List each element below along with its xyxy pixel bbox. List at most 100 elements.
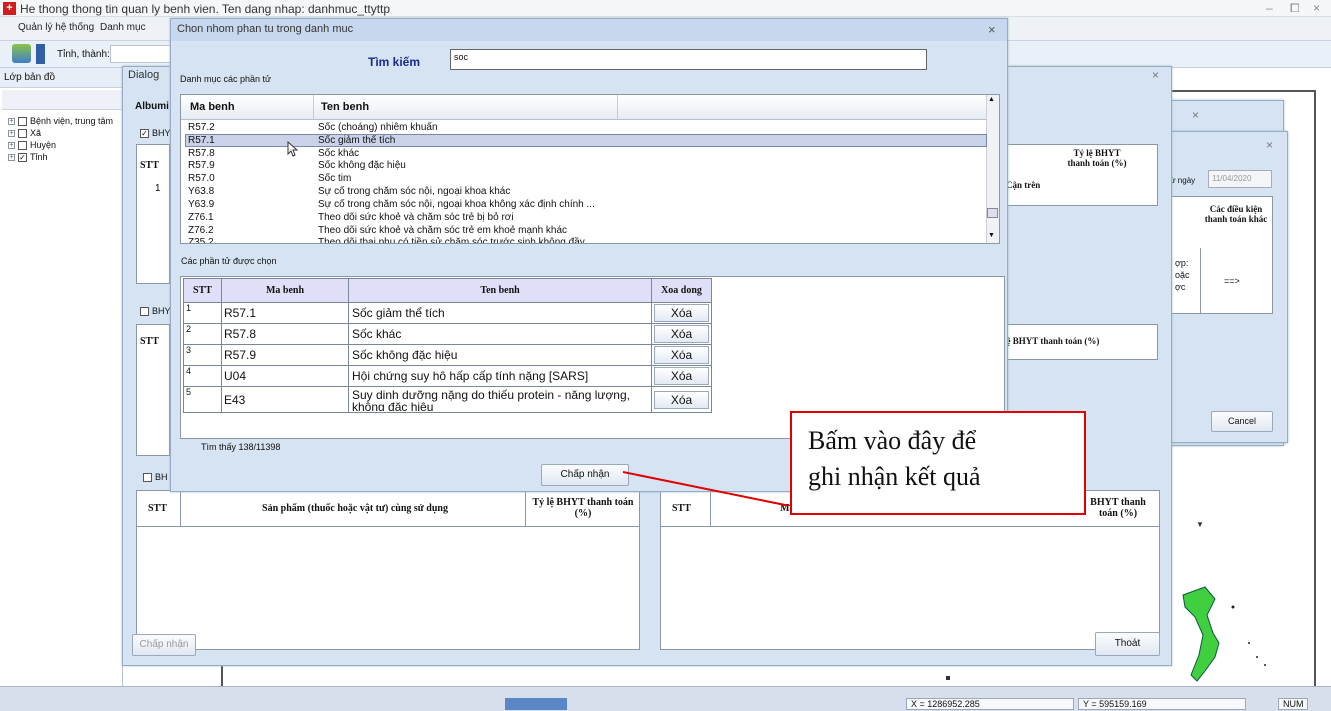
list-row-ten[interactable]: Sốc tim <box>318 173 616 185</box>
expand-icon[interactable]: + <box>8 141 15 149</box>
list-row-ma[interactable]: Y63.9 <box>188 199 214 211</box>
sel-ten[interactable]: Sốc giảm thể tích <box>348 302 652 324</box>
tree-item-xa[interactable]: + Xã <box>8 128 41 138</box>
search-input[interactable]: soc <box>450 49 927 70</box>
accept-button[interactable]: Chấp nhận <box>541 464 629 486</box>
sel-ten[interactable]: Hội chứng suy hô hấp cấp tính nặng [SARS… <box>348 365 652 387</box>
scroll-up-icon[interactable]: ▲ <box>988 96 995 103</box>
from-date-input[interactable]: 11/04/2020 <box>1208 170 1272 188</box>
maximize-button[interactable]: ⧠ <box>1290 1 1300 16</box>
list-scrollbar[interactable] <box>986 95 999 243</box>
callout-line-2: ghi nhận kết quả <box>808 462 981 491</box>
list-header-ma[interactable]: Ma benh <box>190 101 235 113</box>
divider <box>617 95 618 120</box>
list-row-ma[interactable]: Z35.2 <box>188 237 214 243</box>
tree-item-huyen[interactable]: + Huyện <box>8 140 56 150</box>
delete-row-button[interactable]: Xóa <box>654 367 709 385</box>
close-icon[interactable]: × <box>988 22 996 37</box>
list-row-ten[interactable]: Theo dõi sức khoẻ và chăm sóc trẻ em kho… <box>318 225 616 237</box>
expand-icon[interactable]: + <box>8 129 15 137</box>
selected-table: STT Ma benh Ten benh Xoa dong 1 R57.1 Sốc … <box>183 278 712 413</box>
menu-danh-muc[interactable]: Danh mục <box>100 22 146 33</box>
list-row-ten[interactable]: Theo dõi thai phụ có tiền sử chăm sóc tr… <box>318 237 616 243</box>
checkbox[interactable]: ✓ <box>140 128 149 138</box>
checkbox-checked[interactable]: ✓ <box>18 152 27 162</box>
app-icon: + <box>3 2 16 15</box>
bhyt-checkbox-2[interactable]: BHY <box>140 306 171 316</box>
expand-icon[interactable]: + <box>8 153 15 161</box>
checkbox[interactable] <box>18 116 27 126</box>
sel-xoa-cell: Xóa <box>651 323 712 345</box>
arrow-button[interactable]: ==> <box>1224 276 1240 286</box>
vietnam-map-icon <box>1182 586 1266 682</box>
scroll-down-icon[interactable]: ▼ <box>1196 520 1204 529</box>
list-row-ten[interactable]: Sốc (choáng) nhiễm khuẩn <box>318 122 616 134</box>
list-row-ma[interactable]: R57.1 <box>188 135 215 147</box>
sel-ten[interactable]: Suy dinh dưỡng nặng do thiếu protein - n… <box>348 386 652 413</box>
dropdown-icon[interactable] <box>36 44 45 64</box>
close-icon[interactable]: × <box>1152 68 1159 82</box>
layers-icon[interactable] <box>12 44 31 63</box>
province-label: Tỉnh, thành: <box>57 49 110 60</box>
list-header <box>181 95 987 120</box>
table-row[interactable]: 4 U04 Hội chứng suy hô hấp cấp tính nặng [… <box>183 365 712 387</box>
conditions-header: Các điều kiện thanh toán khác <box>1204 204 1268 224</box>
sel-ten[interactable]: Sốc không đặc hiệu <box>348 344 652 366</box>
list-row-ten[interactable]: Theo dõi sức khoẻ và chăm sóc trẻ bị bỏ … <box>318 212 616 224</box>
list-row-ten[interactable]: Sự cố trong chăm sóc nội, ngoại khoa khá… <box>318 186 616 198</box>
callout-pointer <box>622 471 791 506</box>
sel-ma[interactable]: R57.9 <box>221 344 349 366</box>
sel-ma[interactable]: E43 <box>221 386 349 413</box>
table-row[interactable]: 3 R57.9 Sốc không đặc hiệu Xóa <box>183 344 712 366</box>
tree-label: Xã <box>30 128 42 138</box>
close-window-button[interactable]: × <box>1313 1 1320 15</box>
list-row-ten[interactable]: Sốc không đặc hiệu <box>318 160 616 172</box>
list-row-ten[interactable]: Sốc giảm thể tích <box>318 135 616 147</box>
list-row-ma[interactable]: R57.8 <box>188 148 215 160</box>
cancel-button[interactable]: Cancel <box>1211 411 1273 432</box>
delete-row-button[interactable]: Xóa <box>654 390 709 409</box>
table-row[interactable]: 2 R57.8 Sốc khác Xóa <box>183 323 712 345</box>
delete-row-button[interactable]: Xóa <box>654 346 709 364</box>
sel-ma[interactable]: R57.8 <box>221 323 349 345</box>
list-row-ma[interactable]: Y63.8 <box>188 186 214 198</box>
checkbox[interactable] <box>140 306 149 316</box>
menu-quan-ly[interactable]: Quản lý hệ thống <box>18 22 94 33</box>
sel-ma[interactable]: U04 <box>221 365 349 387</box>
checkbox[interactable] <box>18 140 27 150</box>
expand-icon[interactable]: + <box>8 117 15 125</box>
delete-row-button[interactable]: Xóa <box>654 325 709 343</box>
main-dialog-title: Chon nhom phan tu trong danh muc <box>171 19 1007 41</box>
tree-label: Bệnh viện, trung tâm <box>30 116 114 126</box>
back-accept-button[interactable]: Chấp nhận <box>132 634 196 656</box>
close-icon[interactable]: × <box>1266 138 1273 152</box>
list-label: Danh mục các phần tử <box>180 74 272 84</box>
callout-line-1: Bấm vào đây để <box>808 426 977 455</box>
tree-item-tinh[interactable]: + ✓ Tỉnh <box>8 152 48 162</box>
list-row-ma[interactable]: R57.0 <box>188 173 215 185</box>
close-icon[interactable]: × <box>1192 108 1199 122</box>
list-row-ma[interactable]: Z76.2 <box>188 225 214 237</box>
checkbox[interactable] <box>18 128 27 138</box>
exit-button[interactable]: Thoát <box>1095 632 1160 656</box>
minimize-button[interactable]: – <box>1266 1 1273 15</box>
delete-row-button[interactable]: Xóa <box>654 304 709 322</box>
sel-ten[interactable]: Sốc khác <box>348 323 652 345</box>
sel-xoa-cell: Xóa <box>651 386 712 413</box>
bh-checkbox-3[interactable]: BH <box>143 472 168 482</box>
table-row[interactable]: 1 R57.1 Sốc giảm thể tích Xóa <box>183 302 712 324</box>
list-row-ten[interactable]: Sự cố trong chăm sóc nội, ngoại khoa khô… <box>318 199 616 211</box>
list-row-ma[interactable]: R57.9 <box>188 160 215 172</box>
list-row-ten[interactable]: Sốc khác <box>318 148 616 160</box>
tree-item-benh-vien[interactable]: + Bệnh viện, trung tâm <box>8 116 113 126</box>
table-row[interactable]: 5 E43 Suy dinh dưỡng nặng do thiếu protein… <box>183 386 712 413</box>
list-row-ma[interactable]: R57.2 <box>188 122 215 134</box>
checkbox[interactable] <box>143 472 152 482</box>
scroll-down-icon[interactable]: ▼ <box>988 232 995 239</box>
product-header: Sản phẩm (thuốc hoặc vật tư) cùng sử dụn… <box>262 503 448 514</box>
list-row-ma[interactable]: Z76.1 <box>188 212 214 224</box>
bhyt-checkbox-1[interactable]: ✓ BHY <box>140 128 171 138</box>
sel-ma[interactable]: R57.1 <box>221 302 349 324</box>
scroll-thumb[interactable] <box>987 208 998 218</box>
list-header-ten[interactable]: Ten benh <box>321 101 369 113</box>
